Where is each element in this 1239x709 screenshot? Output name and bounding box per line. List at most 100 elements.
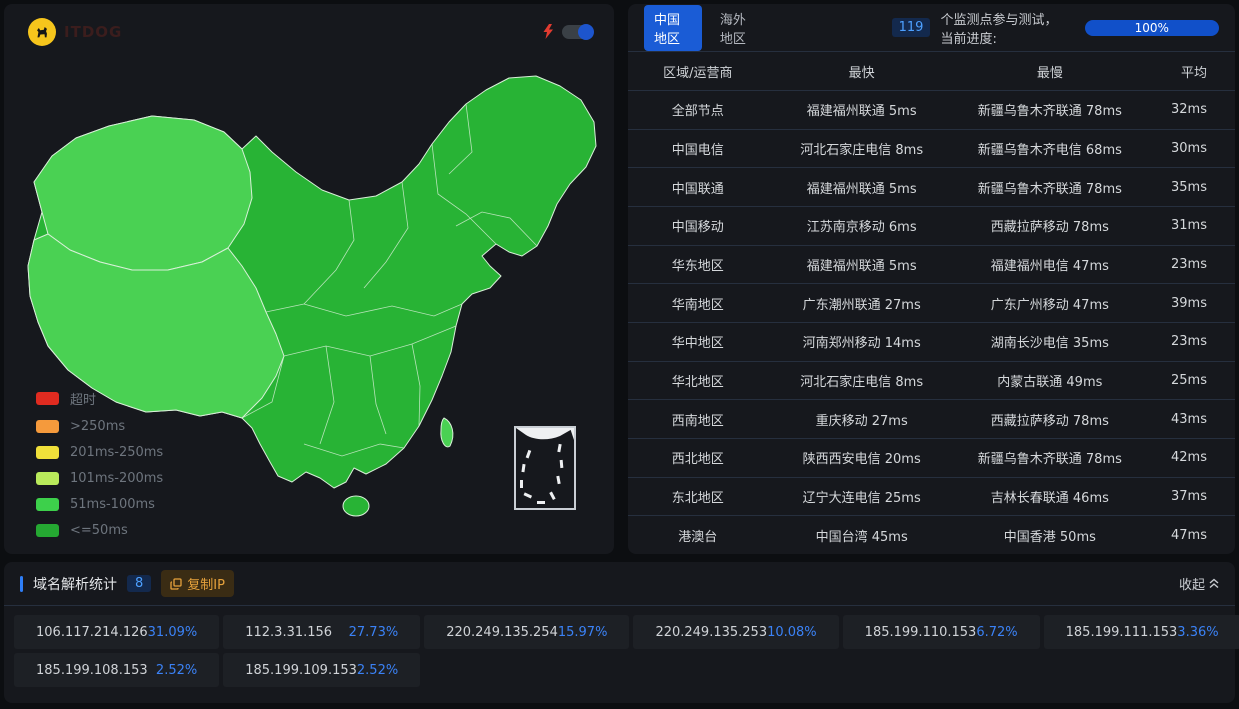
legend-swatch-101-200 (36, 472, 59, 485)
fastest-cell: 福建福州联通 5ms (768, 255, 956, 274)
ip-chip[interactable]: 185.199.108.153 2.52% (14, 653, 219, 687)
collapse-label: 收起 (1179, 574, 1205, 593)
copy-ip-button[interactable]: 复制IP (161, 570, 234, 597)
ip-percent: 10.08% (767, 625, 817, 640)
avg-cell: 37ms (1144, 489, 1235, 504)
fastest-cell: 福建福州联通 5ms (768, 178, 956, 197)
region-cell: 中国电信 (628, 139, 768, 158)
legend-swatch-201-250 (36, 446, 59, 459)
map-mode-toggle[interactable] (562, 25, 592, 39)
slowest-cell: 湖南长沙电信 35ms (956, 332, 1144, 351)
progress-bar: 100% (1085, 20, 1219, 36)
legend-item: >250ms (36, 419, 163, 434)
fastest-cell: 重庆移动 27ms (768, 410, 956, 429)
latency-results-panel: 中国地区 海外地区 119 个监测点参与测试，当前进度: 100% 区域/运营商… (628, 4, 1235, 554)
avg-cell: 42ms (1144, 450, 1235, 465)
table-row: 中国联通 福建福州联通 5ms 新疆乌鲁木齐联通 78ms 35ms (628, 168, 1235, 207)
col-region: 区域/运营商 (628, 62, 768, 81)
table-row: 华南地区 广东潮州联通 27ms 广东广州移动 47ms 39ms (628, 284, 1235, 323)
ip-percent: 31.09% (148, 625, 198, 640)
ip-chip[interactable]: 220.249.135.253 10.08% (633, 615, 838, 649)
ip-chip[interactable]: 220.249.135.254 15.97% (424, 615, 629, 649)
avg-cell: 47ms (1144, 528, 1235, 543)
copy-icon (170, 578, 182, 590)
fastest-cell: 辽宁大连电信 25ms (768, 487, 956, 506)
ip-percent: 2.52% (357, 663, 398, 678)
slowest-cell: 西藏拉萨移动 78ms (956, 216, 1144, 235)
avg-cell: 23ms (1144, 334, 1235, 349)
ip-chip[interactable]: 106.117.214.126 31.09% (14, 615, 219, 649)
avg-cell: 32ms (1144, 102, 1235, 117)
ip-address: 220.249.135.254 (446, 625, 558, 640)
fastest-cell: 陕西西安电信 20ms (768, 448, 956, 467)
table-row: 华东地区 福建福州联通 5ms 福建福州电信 47ms 23ms (628, 246, 1235, 285)
dns-panel-title: 域名解析统计 (33, 574, 117, 594)
legend-swatch-gt250 (36, 420, 59, 433)
region-cell: 华北地区 (628, 371, 768, 390)
slowest-cell: 吉林长春联通 46ms (956, 487, 1144, 506)
slowest-cell: 广东广州移动 47ms (956, 294, 1144, 313)
ip-address: 112.3.31.156 (245, 625, 332, 640)
logo-text: ITDOG (64, 23, 122, 41)
table-row: 华中地区 河南郑州移动 14ms 湖南长沙电信 35ms 23ms (628, 323, 1235, 362)
tab-overseas-region[interactable]: 海外地区 (712, 5, 766, 51)
avg-cell: 43ms (1144, 412, 1235, 427)
legend-item: <=50ms (36, 523, 163, 538)
slowest-cell: 中国香港 50ms (956, 526, 1144, 545)
monitor-count-badge: 119 (892, 18, 931, 37)
dns-panel-header: 域名解析统计 8 复制IP 收起 (4, 562, 1235, 606)
ip-percent: 2.52% (156, 663, 197, 678)
avg-cell: 31ms (1144, 218, 1235, 233)
ip-chip[interactable]: 185.199.110.153 6.72% (843, 615, 1040, 649)
fastest-cell: 河北石家庄电信 8ms (768, 139, 956, 158)
region-cell: 东北地区 (628, 487, 768, 506)
ip-address: 185.199.108.153 (36, 663, 148, 678)
chevron-up-double-icon (1209, 578, 1219, 589)
south-china-sea-inset (514, 426, 576, 510)
ip-percent: 3.36% (1177, 625, 1218, 640)
legend-item: 超时 (36, 389, 163, 408)
col-slowest: 最慢 (956, 62, 1144, 81)
region-cell: 西南地区 (628, 410, 768, 429)
legend-item: 51ms-100ms (36, 497, 163, 512)
collapse-button[interactable]: 收起 (1179, 574, 1219, 593)
legend-swatch-51-100 (36, 498, 59, 511)
copy-ip-label: 复制IP (187, 574, 225, 593)
fastest-cell: 福建福州联通 5ms (768, 100, 956, 119)
table-row: 港澳台 中国台湾 45ms 中国香港 50ms 47ms (628, 516, 1235, 554)
ip-percent: 15.97% (558, 625, 608, 640)
legend-item: 201ms-250ms (36, 445, 163, 460)
lightning-bolt-icon (543, 24, 554, 39)
slowest-cell: 新疆乌鲁木齐联通 78ms (956, 448, 1144, 467)
title-accent-bar (20, 576, 23, 592)
table-row: 华北地区 河北石家庄电信 8ms 内蒙古联通 49ms 25ms (628, 362, 1235, 401)
slowest-cell: 西藏拉萨移动 78ms (956, 410, 1144, 429)
region-cell: 西北地区 (628, 448, 768, 467)
ip-address: 185.199.111.153 (1066, 625, 1178, 640)
monitor-note: 个监测点参与测试，当前进度: (940, 9, 1066, 47)
table-row: 全部节点 福建福州联通 5ms 新疆乌鲁木齐联通 78ms 32ms (628, 91, 1235, 130)
fastest-cell: 河北石家庄电信 8ms (768, 371, 956, 390)
ip-chip[interactable]: 112.3.31.156 27.73% (223, 615, 420, 649)
region-cell: 港澳台 (628, 526, 768, 545)
ip-chip[interactable]: 185.199.111.153 3.36% (1044, 615, 1239, 649)
region-cell: 华中地区 (628, 332, 768, 351)
region-cell: 华东地区 (628, 255, 768, 274)
ip-percent: 6.72% (976, 625, 1017, 640)
table-row: 东北地区 辽宁大连电信 25ms 吉林长春联通 46ms 37ms (628, 478, 1235, 517)
legend-swatch-le50 (36, 524, 59, 537)
avg-cell: 35ms (1144, 180, 1235, 195)
legend-swatch-timeout (36, 392, 59, 405)
legend-item: 101ms-200ms (36, 471, 163, 486)
ip-address: 185.199.110.153 (865, 625, 977, 640)
tab-china-region[interactable]: 中国地区 (644, 5, 702, 51)
table-header-row: 区域/运营商 最快 最慢 平均 (628, 52, 1235, 91)
site-logo[interactable]: ITDOG (28, 18, 122, 46)
china-latency-map-panel: ITDOG 超时 >250ms 201ms-250ms 101ms-200ms … (4, 4, 614, 554)
region-cell: 中国联通 (628, 178, 768, 197)
latency-legend: 超时 >250ms 201ms-250ms 101ms-200ms 51ms-1… (36, 389, 163, 538)
progress-label: 100% (1135, 21, 1169, 35)
table-row: 中国电信 河北石家庄电信 8ms 新疆乌鲁木齐电信 68ms 30ms (628, 130, 1235, 169)
ip-chip[interactable]: 185.199.109.153 2.52% (223, 653, 420, 687)
fastest-cell: 中国台湾 45ms (768, 526, 956, 545)
